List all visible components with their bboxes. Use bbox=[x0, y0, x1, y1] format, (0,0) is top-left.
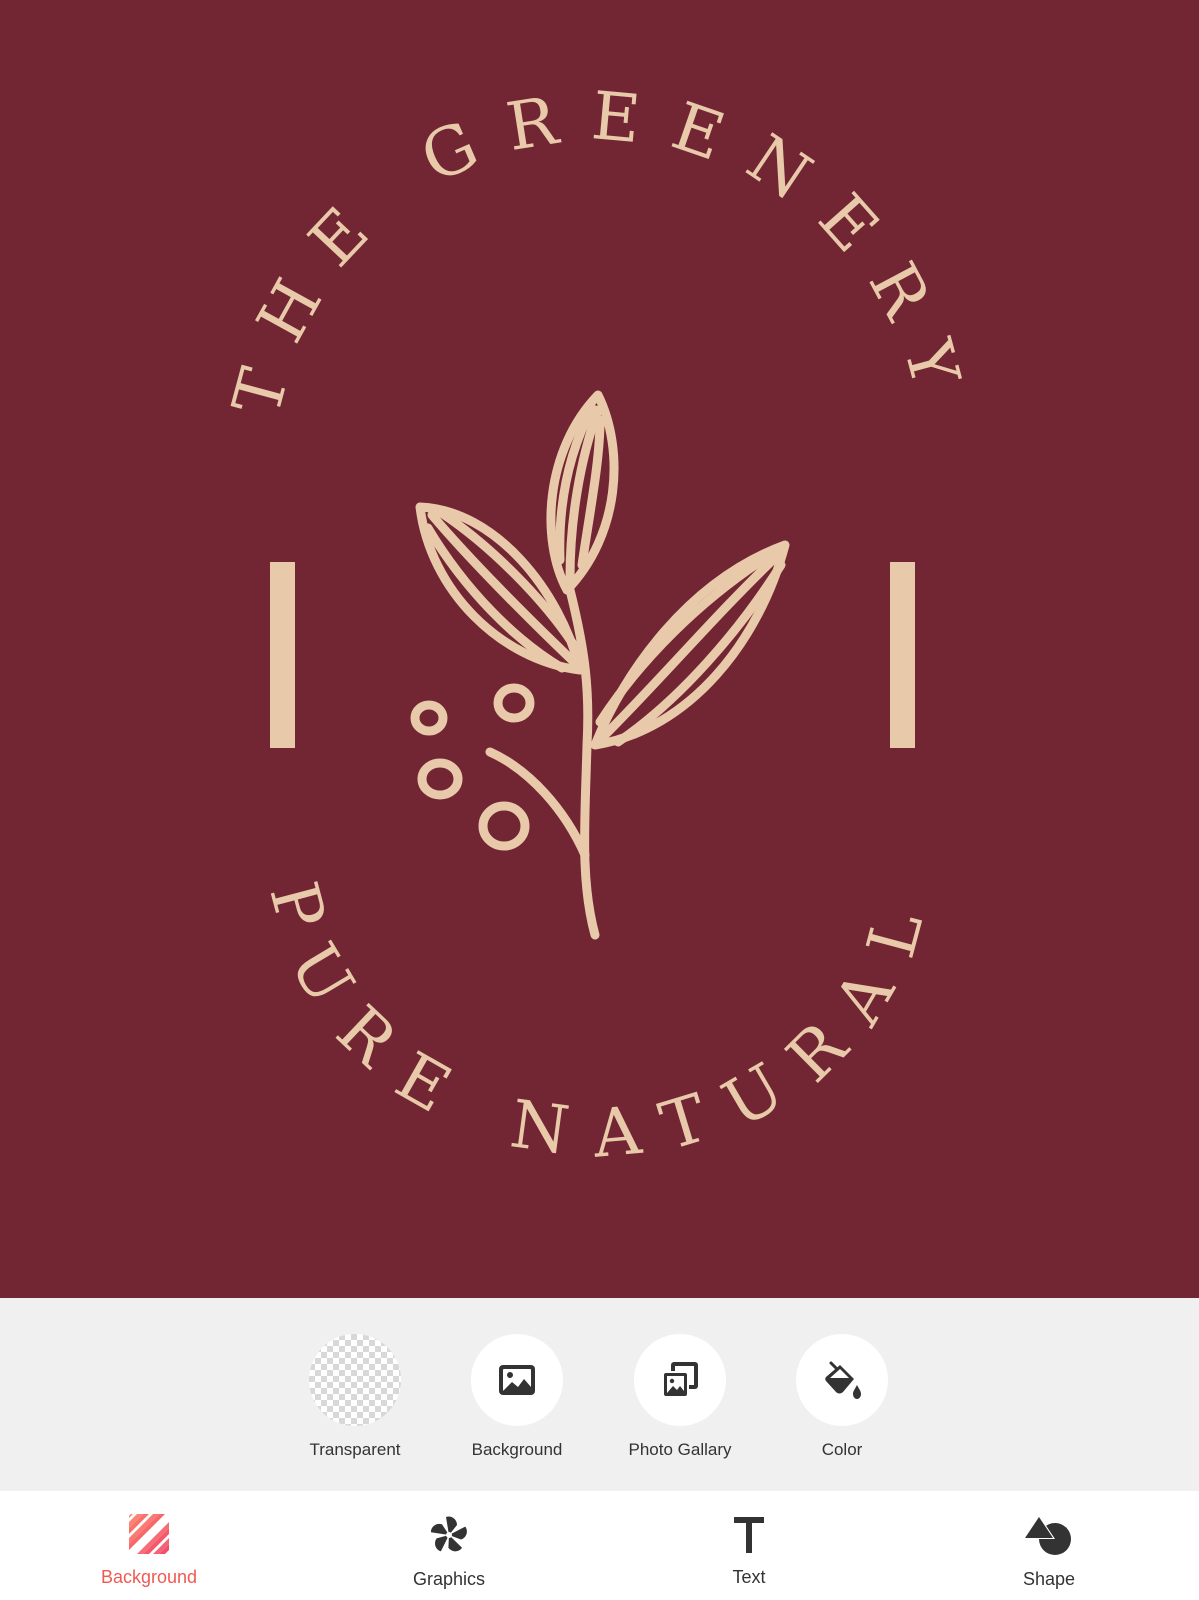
tab-text[interactable]: Text bbox=[669, 1513, 829, 1588]
tab-graphics[interactable]: Graphics bbox=[369, 1513, 529, 1590]
tab-background-label: Background bbox=[100, 1567, 198, 1587]
logo-right-bar bbox=[890, 562, 915, 748]
image-icon bbox=[497, 1360, 537, 1400]
option-photo-gallery-label: Photo Gallary bbox=[628, 1440, 732, 1459]
design-canvas[interactable]: THE GREENERY PURE NATURAL bbox=[0, 0, 1199, 1298]
tab-graphics-label: Graphics bbox=[412, 1569, 486, 1589]
logo-bottom-text: PURE NATURAL bbox=[254, 874, 945, 1173]
shapes-icon bbox=[1023, 1513, 1075, 1557]
tab-shape[interactable]: Shape bbox=[969, 1513, 1129, 1590]
option-color-label: Color bbox=[821, 1440, 863, 1459]
pinwheel-icon bbox=[427, 1513, 471, 1557]
tab-background[interactable]: Background bbox=[69, 1513, 229, 1588]
background-stripes-icon bbox=[128, 1513, 170, 1555]
logo-artwork: THE GREENERY PURE NATURAL bbox=[218, 77, 982, 1173]
checkerboard-icon bbox=[309, 1334, 401, 1426]
option-color[interactable]: Color bbox=[772, 1334, 912, 1460]
bottom-tab-bar: Background Graphics Text Shape bbox=[0, 1491, 1199, 1600]
tab-text-label: Text bbox=[732, 1567, 766, 1587]
text-icon bbox=[728, 1513, 770, 1555]
option-background-label: Background bbox=[471, 1440, 563, 1459]
photo-gallery-icon bbox=[660, 1360, 700, 1400]
logo-top-text: THE GREENERY bbox=[218, 77, 982, 423]
option-photo-gallery[interactable]: Photo Gallary bbox=[610, 1334, 750, 1460]
option-transparent-label: Transparent bbox=[309, 1440, 401, 1459]
paint-bucket-icon bbox=[821, 1359, 863, 1401]
tab-shape-label: Shape bbox=[1022, 1569, 1076, 1589]
option-background[interactable]: Background bbox=[447, 1334, 587, 1460]
background-options-panel: Transparent Background Photo Gallary Col… bbox=[0, 1298, 1199, 1491]
option-transparent[interactable]: Transparent bbox=[285, 1334, 425, 1460]
sprig-icon bbox=[410, 390, 790, 940]
logo-left-bar bbox=[270, 562, 295, 748]
